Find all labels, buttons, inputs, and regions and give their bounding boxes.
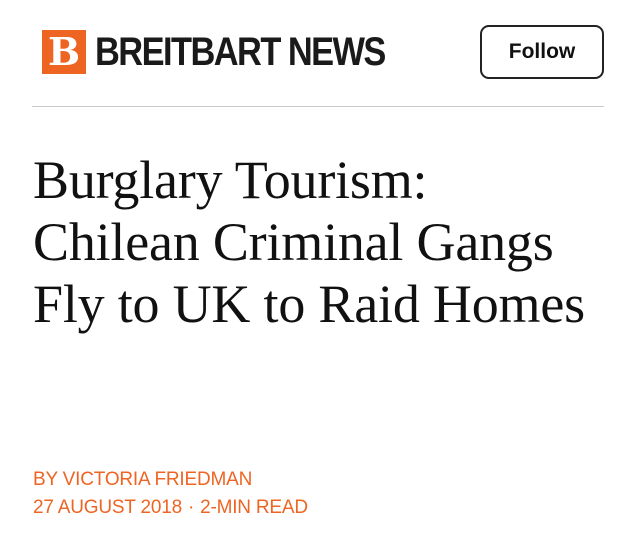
publish-date: 27 AUGUST 2018	[33, 497, 182, 518]
article-date-line: 27 AUGUST 2018 · 2-MIN READ	[33, 494, 308, 522]
read-time: 2-MIN READ	[200, 497, 308, 518]
logo-mark: B	[42, 30, 86, 74]
publisher-logo[interactable]: B BREITBART NEWS	[42, 30, 432, 74]
publisher-name: BREITBART NEWS	[95, 30, 386, 74]
header-divider	[32, 106, 604, 107]
article-meta: BY VICTORIA FRIEDMAN 27 AUGUST 2018 · 2-MI…	[33, 466, 308, 522]
follow-button[interactable]: Follow	[480, 25, 604, 79]
author-byline[interactable]: BY VICTORIA FRIEDMAN	[33, 466, 308, 494]
publisher-header: B BREITBART NEWS Follow	[32, 24, 604, 84]
meta-separator: ·	[187, 497, 195, 518]
article-title: Burglary Tourism: Chilean Criminal Gangs…	[33, 150, 585, 334]
